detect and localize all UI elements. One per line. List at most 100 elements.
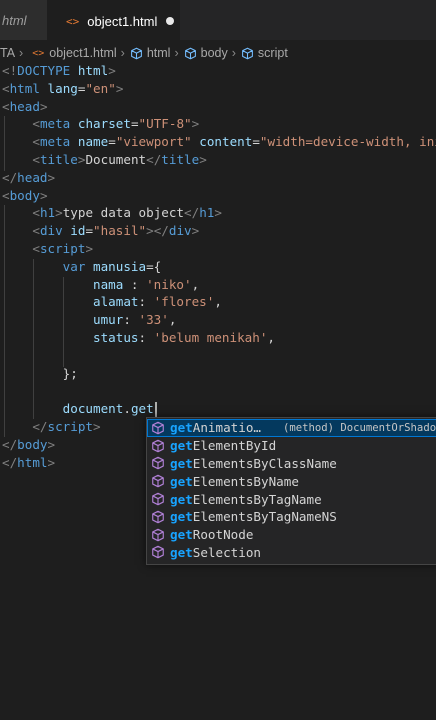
- suggestion-match-text: get: [170, 509, 193, 525]
- code-token: :: [123, 276, 147, 292]
- code-token: "viewport": [115, 134, 192, 150]
- suggestion-item[interactable]: get ElementsByTagName: [147, 490, 436, 508]
- code-token: <: [32, 205, 40, 221]
- unsaved-dot-icon[interactable]: [166, 17, 175, 25]
- suggestion-item[interactable]: get ElementsByTagNameNS: [147, 508, 436, 526]
- code-token: >: [85, 240, 94, 256]
- code-token: >: [39, 187, 48, 203]
- code-token: >: [47, 454, 56, 470]
- tab-object1-html[interactable]: <> object1.html: [48, 0, 180, 41]
- code-token: ></: [146, 223, 169, 239]
- autocomplete-suggestions[interactable]: get Animatio… (method) DocumentOrShadowR ge…: [146, 417, 436, 565]
- breadcrumb-item[interactable]: TA: [0, 46, 15, 60]
- code-token: =: [108, 134, 116, 150]
- code-token: ,: [267, 329, 275, 345]
- chevron-right-icon: ›: [231, 46, 236, 60]
- suggestion-item[interactable]: get Selection: [147, 544, 436, 562]
- suggestion-item[interactable]: get ElementById: [147, 437, 436, 455]
- code-token: .: [123, 401, 131, 417]
- code-token: </: [146, 151, 162, 167]
- code-token: title: [161, 151, 200, 167]
- code-token: >: [47, 436, 56, 452]
- code-token: <: [32, 116, 40, 132]
- suggestion-item[interactable]: get RootNode: [147, 526, 436, 544]
- suggestion-label: ElementById: [192, 438, 277, 454]
- code-token: status: [93, 329, 139, 345]
- text-cursor: [154, 402, 157, 418]
- tab-html[interactable]: html: [0, 0, 50, 40]
- code-token: id: [70, 223, 86, 239]
- html-tag-icon: <>: [66, 14, 80, 28]
- suggestion-match-text: get: [170, 438, 193, 454]
- code-token: 'belum menikah': [153, 329, 268, 345]
- code-token: name: [77, 134, 109, 150]
- chevron-right-icon: ›: [120, 46, 125, 60]
- code-token: =: [85, 223, 94, 239]
- code-token: html: [17, 454, 48, 470]
- code-token: </: [2, 169, 18, 185]
- code-token: =: [252, 134, 260, 150]
- code-token: lang: [47, 80, 78, 96]
- suggestion-item[interactable]: get ElementsByClassName: [147, 455, 436, 473]
- code-token: };: [62, 365, 78, 381]
- code-token: 'niko': [146, 276, 192, 292]
- code-editor[interactable]: <!DOCTYPE html> <html lang="en"> <head> <m…: [2, 62, 436, 471]
- code-token: head: [17, 169, 48, 185]
- tab-bar: html <> object1.html: [0, 0, 436, 41]
- code-line: <h1>type data object</h1>: [2, 204, 436, 222]
- code-line: var manusia={: [2, 258, 436, 276]
- code-token: "hasil": [93, 223, 147, 239]
- code-line: document.get: [2, 400, 436, 418]
- code-token: </: [2, 454, 18, 470]
- code-line: <head>: [2, 98, 436, 116]
- suggestion-match-text: get: [170, 491, 193, 507]
- code-line: umur: '33',: [2, 311, 436, 329]
- breadcrumb-item-script[interactable]: script: [241, 46, 288, 60]
- code-token: <: [32, 134, 40, 150]
- code-token: <!: [2, 63, 18, 78]
- breadcrumb-item-html[interactable]: html: [130, 46, 170, 60]
- breadcrumb-item-body[interactable]: body: [184, 46, 228, 60]
- suggestion-match-text: get: [170, 473, 193, 489]
- method-cube-icon: [151, 421, 165, 435]
- breadcrumb-item-file[interactable]: <> object1.html: [28, 46, 116, 60]
- code-token: ={: [146, 258, 162, 274]
- code-token: var: [62, 258, 86, 274]
- code-token: head: [9, 98, 40, 114]
- code-token: h1: [39, 205, 56, 221]
- code-token: html: [77, 63, 109, 78]
- method-cube-icon: [151, 492, 165, 506]
- code-token: >: [191, 116, 200, 132]
- code-token: </: [32, 418, 48, 434]
- code-token: >: [47, 169, 56, 185]
- suggestion-label: Selection: [192, 544, 261, 560]
- code-token: </: [184, 205, 200, 221]
- code-line: <!DOCTYPE html>: [2, 62, 436, 80]
- method-cube-icon: [151, 510, 165, 524]
- suggestion-match-text: get: [170, 544, 193, 560]
- tab-label: object1.html: [87, 13, 158, 29]
- code-line: <script>: [2, 240, 436, 258]
- element-cube-icon: [184, 47, 197, 60]
- suggestion-item[interactable]: get ElementsByName: [147, 472, 436, 490]
- suggestion-item[interactable]: get Animatio… (method) DocumentOrShadowR: [147, 419, 436, 437]
- code-token: "width=device-width, initi: [259, 134, 436, 150]
- code-token: <: [32, 223, 40, 239]
- code-token: 'flores': [153, 294, 215, 310]
- code-line: <meta name="viewport" content="width=dev…: [2, 133, 436, 151]
- code-token: <: [32, 151, 40, 167]
- code-token: h1: [199, 205, 215, 221]
